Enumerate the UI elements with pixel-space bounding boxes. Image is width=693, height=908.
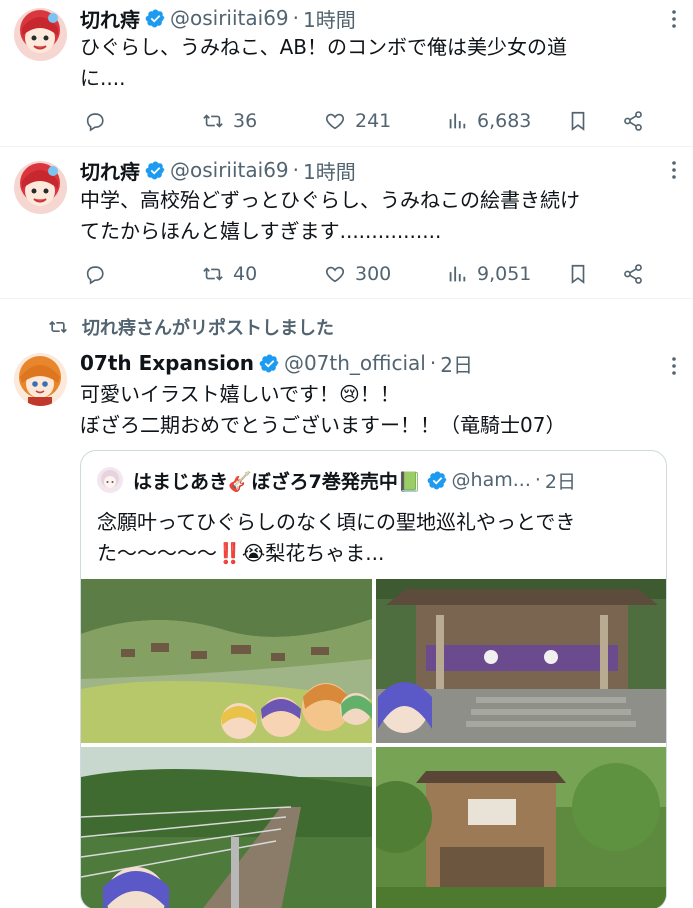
like-count: 241 [355, 110, 392, 132]
share-button[interactable] [622, 259, 644, 289]
views-button[interactable]: 6,683 [446, 106, 531, 136]
separator-dot: · [292, 6, 300, 30]
quoted-tweet-card[interactable]: はまじあき🎸ぼざろ7巻発売中📗 @ham... · 2日 念願叶ってひぐらしのな… [80, 450, 667, 908]
avatar[interactable] [14, 161, 67, 214]
share-icon [624, 111, 642, 131]
tweet-header: 07th Expansion @07th_official · 2日 [80, 347, 473, 379]
tweet-2[interactable]: 切れ痔 @osiriitai69 · 1時間 中学、高校殆どずっとひぐらし、うみ… [0, 147, 693, 298]
bookmark-icon [571, 111, 585, 131]
author-name[interactable]: 切れ痔 [80, 156, 140, 185]
reply-button[interactable] [84, 259, 106, 289]
timestamp[interactable]: 1時間 [303, 4, 356, 33]
more-icon[interactable] [669, 159, 679, 181]
author-handle[interactable]: @osiriitai69 [170, 6, 289, 30]
tweet-text: 可愛いイラスト嬉しいです！😢！！ ぼざろ二期おめでとうございますー！！（竜騎士0… [80, 382, 566, 437]
timestamp[interactable]: 1時間 [303, 156, 356, 185]
bookmark-icon [571, 264, 585, 284]
separator-dot: · [292, 158, 300, 182]
like-count: 300 [355, 263, 392, 285]
photo-bridge[interactable] [81, 747, 372, 908]
share-icon [624, 264, 642, 284]
separator-dot: · [429, 351, 437, 375]
repost-button[interactable]: 36 [202, 106, 257, 136]
verified-badge-icon [145, 160, 166, 181]
photo-house[interactable] [376, 747, 666, 908]
timestamp[interactable]: 2日 [440, 349, 473, 378]
avatar[interactable] [14, 8, 67, 61]
views-count: 6,683 [477, 110, 532, 132]
more-icon[interactable] [669, 8, 679, 30]
verified-badge-icon [145, 8, 166, 29]
repost-banner-text: 切れ痔さんがリポストしました [82, 318, 334, 339]
verified-badge-icon [427, 470, 448, 491]
tweet-header: 切れ痔 @osiriitai69 · 1時間 [80, 2, 356, 34]
photo-shrine[interactable] [376, 579, 666, 743]
quoted-tweet-text: 念願叶ってひぐらしのなく頃にの聖地巡礼やっとできた〜〜〜〜〜‼️😭梨花ちゃま..… [97, 510, 576, 565]
repost-count: 40 [233, 263, 258, 285]
views-button[interactable]: 9,051 [446, 259, 531, 289]
views-icon [449, 113, 466, 129]
reply-button[interactable] [84, 106, 106, 136]
repost-button[interactable]: 40 [202, 259, 257, 289]
verified-badge-icon [259, 353, 280, 374]
quoted-author-handle[interactable]: @ham... [452, 469, 531, 491]
bookmark-button[interactable] [567, 106, 589, 136]
tweet-text: ひぐらし、うみねこ、AB！のコンボで俺は美少女の道 に.... [80, 35, 568, 90]
photo-grid [81, 579, 666, 908]
repost-icon [49, 320, 67, 334]
author-handle[interactable]: @osiriitai69 [170, 158, 289, 182]
separator-dot: · [534, 469, 541, 491]
like-button[interactable]: 241 [324, 106, 391, 136]
repost-banner[interactable]: 切れ痔さんがリポストしました [48, 312, 334, 342]
quoted-timestamp[interactable]: 2日 [545, 467, 576, 494]
author-handle[interactable]: @07th_official [284, 351, 426, 375]
quoted-author-name[interactable]: はまじあき🎸ぼざろ7巻発売中📗 [133, 467, 422, 494]
reply-icon [86, 113, 104, 132]
like-icon [325, 113, 345, 130]
repost-count: 36 [233, 110, 258, 132]
reply-icon [86, 266, 104, 285]
photo-village[interactable] [81, 579, 372, 743]
divider [0, 298, 693, 299]
action-bar: 36 241 6,683 [80, 106, 653, 136]
share-button[interactable] [622, 106, 644, 136]
views-icon [449, 266, 466, 282]
author-name[interactable]: 切れ痔 [80, 4, 140, 33]
avatar[interactable] [14, 353, 67, 406]
tweet-text: 中学、高校殆どずっとひぐらし、うみねこの絵書き続け てたからほんと嬉しすぎます.… [80, 188, 580, 243]
bookmark-button[interactable] [567, 259, 589, 289]
author-name[interactable]: 07th Expansion [80, 351, 254, 375]
like-button[interactable]: 300 [324, 259, 391, 289]
like-icon [325, 266, 345, 283]
quoted-tweet-header: はまじあき🎸ぼざろ7巻発売中📗 @ham... · 2日 [97, 465, 576, 495]
more-icon[interactable] [669, 355, 679, 377]
tweet-1[interactable]: 切れ痔 @osiriitai69 · 1時間 ひぐらし、うみねこ、AB！のコンボ… [0, 0, 693, 146]
views-count: 9,051 [477, 263, 532, 285]
repost-icon [203, 267, 223, 281]
tweet-header: 切れ痔 @osiriitai69 · 1時間 [80, 154, 356, 186]
repost-icon [203, 114, 223, 128]
quoted-avatar[interactable] [97, 467, 123, 493]
action-bar: 40 300 9,051 [80, 259, 653, 289]
